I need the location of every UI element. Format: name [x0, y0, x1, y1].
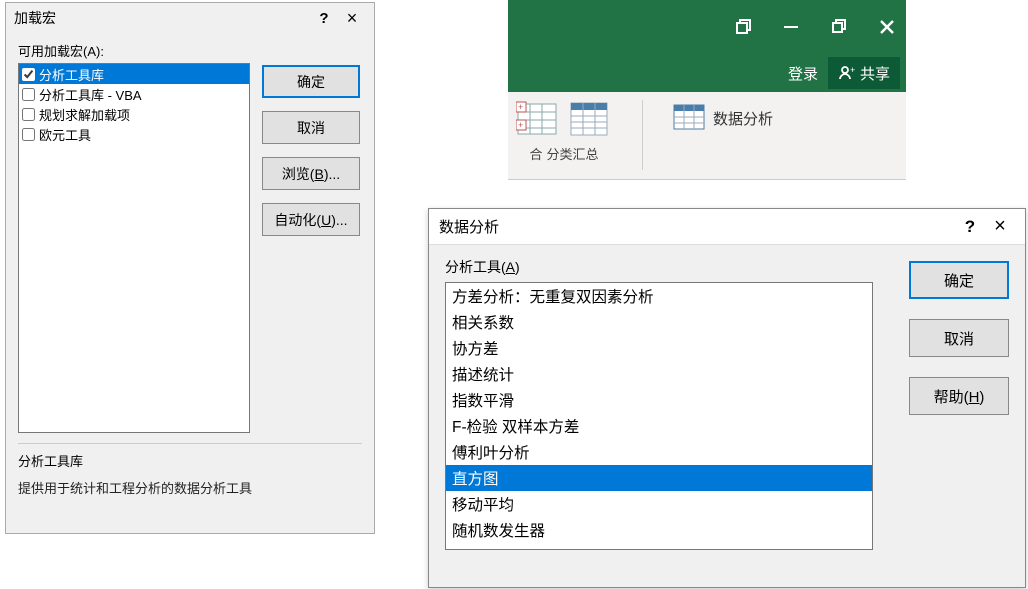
close-icon[interactable]: ×	[985, 215, 1015, 238]
share-button[interactable]: + 共享	[828, 57, 900, 89]
addin-item-label: 欧元工具	[39, 125, 91, 144]
addins-list-item[interactable]: 分析工具库	[19, 64, 249, 84]
window-maximize-icon[interactable]	[830, 18, 848, 36]
addins-list-item[interactable]: 规划求解加载项	[19, 104, 249, 124]
addin-item-label: 分析工具库	[39, 65, 104, 84]
help-icon[interactable]: ?	[310, 10, 338, 27]
ribbon-separator	[642, 100, 643, 170]
outline-label-right: 分类汇总	[547, 144, 599, 163]
analysis-tool-item[interactable]: 傅利叶分析	[446, 439, 872, 465]
window-close-icon[interactable]	[878, 18, 896, 36]
analysis-tool-item[interactable]: 协方差	[446, 335, 872, 361]
data-analysis-button[interactable]: 数据分析	[673, 100, 773, 132]
addin-item-label: 分析工具库 - VBA	[39, 85, 142, 104]
da-titlebar: 数据分析 ? ×	[429, 209, 1025, 245]
analysis-tools-label: 分析工具(A)	[445, 257, 889, 277]
browse-button[interactable]: 浏览(B)...	[262, 157, 360, 190]
analysis-tool-item[interactable]: 随机数发生器	[446, 517, 872, 543]
svg-text:+: +	[518, 102, 523, 112]
help-icon[interactable]: ?	[955, 217, 985, 237]
help-button[interactable]: 帮助(H)	[909, 377, 1009, 415]
ok-button[interactable]: 确定	[909, 261, 1009, 299]
outline-label-left: 合	[529, 144, 542, 163]
cancel-button[interactable]: 取消	[262, 111, 360, 144]
analysis-tool-item[interactable]: 相关系数	[446, 309, 872, 335]
outline-group[interactable]: + + 合 分类汇总	[516, 100, 612, 163]
addin-desc-name: 分析工具库	[18, 451, 362, 470]
window-minimize-icon[interactable]	[782, 18, 800, 36]
addin-checkbox[interactable]	[22, 68, 35, 81]
analysis-tools-listbox[interactable]: 方差分析：无重复双因素分析相关系数协方差描述统计指数平滑F-检验 双样本方差傅利…	[445, 282, 873, 550]
addins-listbox[interactable]: 分析工具库分析工具库 - VBA规划求解加载项欧元工具	[18, 63, 250, 433]
subtotal-right-icon[interactable]	[568, 100, 612, 140]
analysis-tool-item[interactable]: 方差分析：无重复双因素分析	[446, 283, 872, 309]
addin-desc-text: 提供用于统计和工程分析的数据分析工具	[18, 478, 362, 497]
addins-list-item[interactable]: 欧元工具	[19, 124, 249, 144]
addins-title: 加载宏	[14, 8, 310, 28]
login-link[interactable]: 登录	[788, 63, 818, 84]
ribbon-account-bar: 登录 + 共享	[508, 54, 906, 92]
addins-dialog: 加载宏 ? × 可用加载宏(A): 分析工具库分析工具库 - VBA规划求解加载…	[5, 2, 375, 534]
addin-checkbox[interactable]	[22, 128, 35, 141]
analysis-tool-item[interactable]: 指数平滑	[446, 387, 872, 413]
svg-text:+: +	[850, 65, 855, 75]
data-analysis-dialog: 数据分析 ? × 分析工具(A) 方差分析：无重复双因素分析相关系数协方差描述统…	[428, 208, 1026, 588]
data-analysis-label: 数据分析	[713, 108, 773, 129]
ok-button[interactable]: 确定	[262, 65, 360, 98]
automation-button[interactable]: 自动化(U)...	[262, 203, 360, 236]
analysis-tool-item[interactable]: F-检验 双样本方差	[446, 413, 872, 439]
svg-text:+: +	[518, 120, 523, 130]
analysis-tool-item[interactable]: 移动平均	[446, 491, 872, 517]
addins-titlebar: 加载宏 ? ×	[6, 3, 374, 33]
window-restore-icon[interactable]	[734, 18, 752, 36]
addins-list-item[interactable]: 分析工具库 - VBA	[19, 84, 249, 104]
close-icon[interactable]: ×	[338, 8, 366, 29]
subtotal-left-icon[interactable]: + +	[516, 100, 560, 140]
ribbon-data-tab-section: + + 合 分类汇总	[508, 92, 906, 180]
addin-item-label: 规划求解加载项	[39, 105, 130, 124]
cancel-button[interactable]: 取消	[909, 319, 1009, 357]
excel-ribbon-strip: 登录 + 共享 + +	[508, 0, 906, 180]
analysis-tool-item[interactable]: 直方图	[446, 465, 872, 491]
data-analysis-icon	[673, 104, 707, 132]
ribbon-window-controls	[508, 0, 906, 54]
available-addins-label: 可用加载宏(A):	[18, 41, 362, 60]
analysis-tool-item[interactable]: 描述统计	[446, 361, 872, 387]
addin-checkbox[interactable]	[22, 88, 35, 101]
da-title: 数据分析	[439, 216, 955, 237]
addin-checkbox[interactable]	[22, 108, 35, 121]
